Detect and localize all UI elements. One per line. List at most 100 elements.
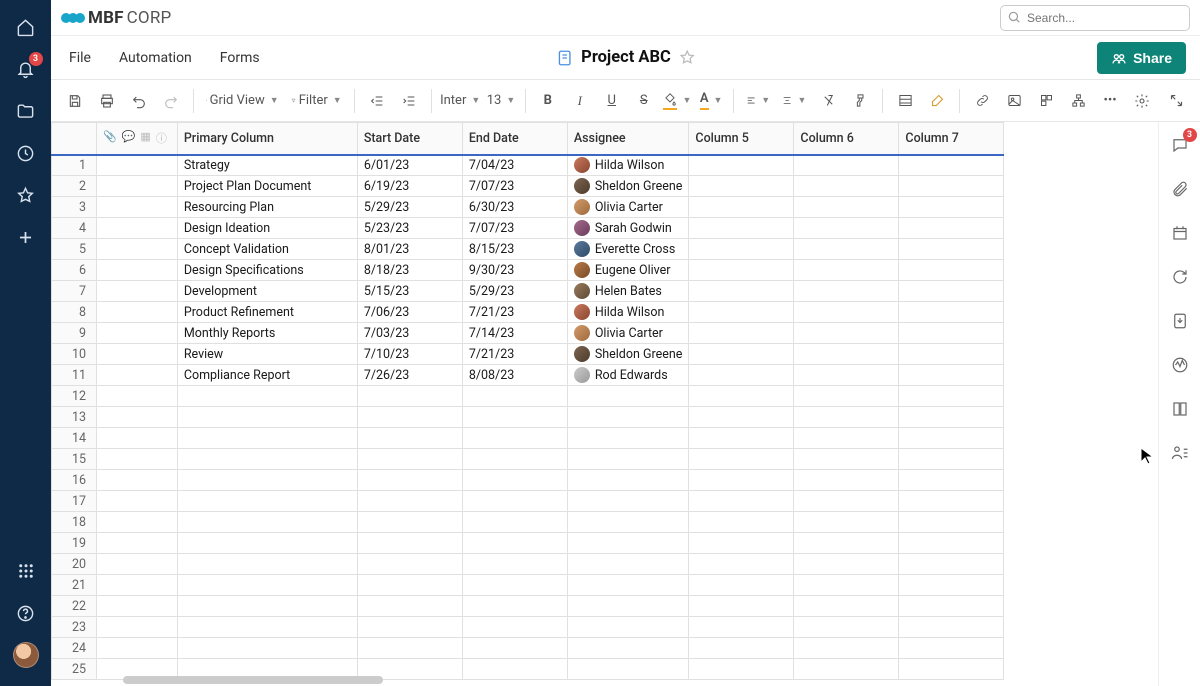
cell-end-date[interactable]: 8/08/23	[462, 365, 567, 386]
cell-col7[interactable]	[899, 155, 1004, 176]
cell-assignee[interactable]: Hilda Wilson	[567, 302, 689, 323]
cell-start-date[interactable]: 8/01/23	[357, 239, 462, 260]
row-attachments[interactable]	[97, 155, 178, 176]
settings-icon[interactable]	[1128, 87, 1156, 115]
cell-end-date[interactable]: 7/07/23	[462, 218, 567, 239]
cell-col6[interactable]	[794, 323, 899, 344]
row-number[interactable]: 4	[52, 218, 97, 239]
row-attachments[interactable]	[97, 281, 178, 302]
cell-start-date[interactable]: 5/15/23	[357, 281, 462, 302]
row-number[interactable]: 1	[52, 155, 97, 176]
col-end-header[interactable]: End Date	[462, 123, 567, 155]
cell-assignee[interactable]: Everette Cross	[567, 239, 689, 260]
cell-start-date[interactable]: 6/19/23	[357, 176, 462, 197]
apps-icon[interactable]	[7, 552, 45, 590]
comments-panel-icon[interactable]: 3	[1167, 132, 1193, 158]
add-icon[interactable]	[7, 218, 45, 256]
highlight-icon[interactable]	[923, 87, 951, 115]
image-icon[interactable]	[1000, 87, 1028, 115]
grid-view-dropdown[interactable]: Grid View▼	[202, 87, 283, 115]
table-row[interactable]: 23	[52, 617, 1004, 638]
cell-assignee[interactable]: Eugene Oliver	[567, 260, 689, 281]
row-number[interactable]: 25	[52, 659, 97, 680]
cell-end-date[interactable]: 9/30/23	[462, 260, 567, 281]
favorites-icon[interactable]	[7, 176, 45, 214]
row-attachments[interactable]	[97, 344, 178, 365]
row-number[interactable]: 5	[52, 239, 97, 260]
outdent-icon[interactable]	[363, 87, 391, 115]
cell-end-date[interactable]: 5/29/23	[462, 281, 567, 302]
cell-primary[interactable]: Review	[177, 344, 357, 365]
table-row[interactable]: 9Monthly Reports7/03/237/14/23Olivia Car…	[52, 323, 1004, 344]
refresh-panel-icon[interactable]	[1167, 264, 1193, 290]
format-painter-icon[interactable]	[846, 87, 874, 115]
cell-col7[interactable]	[899, 197, 1004, 218]
table-row[interactable]: 8Product Refinement7/06/237/21/23Hilda W…	[52, 302, 1004, 323]
link-icon[interactable]	[968, 87, 996, 115]
cell-col5[interactable]	[689, 239, 794, 260]
print-icon[interactable]	[93, 87, 121, 115]
folder-icon[interactable]	[7, 92, 45, 130]
row-number[interactable]: 16	[52, 470, 97, 491]
cell-start-date[interactable]: 8/18/23	[357, 260, 462, 281]
row-attachments[interactable]	[97, 218, 178, 239]
document-title[interactable]: Project ABC	[581, 48, 671, 67]
cell-col6[interactable]	[794, 155, 899, 176]
row-attachments[interactable]	[97, 260, 178, 281]
row-number[interactable]: 12	[52, 386, 97, 407]
activity-panel-icon[interactable]	[1167, 352, 1193, 378]
attachments-header[interactable]: 📎💬▦ⓘ	[97, 123, 178, 155]
undo-icon[interactable]	[125, 87, 153, 115]
cell-assignee[interactable]: Sheldon Greene	[567, 344, 689, 365]
row-number[interactable]: 21	[52, 575, 97, 596]
italic-icon[interactable]: I	[566, 87, 594, 115]
table-row[interactable]: 3Resourcing Plan5/29/236/30/23Olivia Car…	[52, 197, 1004, 218]
row-attachments[interactable]	[97, 197, 178, 218]
cell-assignee[interactable]: Sheldon Greene	[567, 176, 689, 197]
home-icon[interactable]	[7, 8, 45, 46]
row-number[interactable]: 13	[52, 407, 97, 428]
cell-col7[interactable]	[899, 281, 1004, 302]
help-icon[interactable]	[7, 594, 45, 632]
cell-primary[interactable]: Development	[177, 281, 357, 302]
row-attachments[interactable]	[97, 302, 178, 323]
cell-col7[interactable]	[899, 260, 1004, 281]
table-row[interactable]: 13	[52, 407, 1004, 428]
cell-col7[interactable]	[899, 302, 1004, 323]
align-h-icon[interactable]: ▼	[742, 87, 774, 115]
cell-assignee[interactable]: Hilda Wilson	[567, 155, 689, 176]
expand-icon[interactable]	[1162, 87, 1190, 115]
cell-col6[interactable]	[794, 218, 899, 239]
row-number[interactable]: 19	[52, 533, 97, 554]
cell-start-date[interactable]: 5/23/23	[357, 218, 462, 239]
cell-primary[interactable]: Monthly Reports	[177, 323, 357, 344]
row-number[interactable]: 9	[52, 323, 97, 344]
filter-dropdown[interactable]: Filter▼	[287, 87, 346, 115]
col-assignee-header[interactable]: Assignee	[567, 123, 689, 155]
row-number[interactable]: 3	[52, 197, 97, 218]
row-attachments[interactable]	[97, 239, 178, 260]
table-row[interactable]: 21	[52, 575, 1004, 596]
cell-primary[interactable]: Product Refinement	[177, 302, 357, 323]
row-number[interactable]: 2	[52, 176, 97, 197]
cell-col6[interactable]	[794, 344, 899, 365]
cell-col7[interactable]	[899, 344, 1004, 365]
resource-panel-icon[interactable]	[1167, 440, 1193, 466]
cell-end-date[interactable]: 7/14/23	[462, 323, 567, 344]
more-icon[interactable]: •••	[1096, 87, 1124, 115]
save-icon[interactable]	[61, 87, 89, 115]
cell-col7[interactable]	[899, 239, 1004, 260]
row-number[interactable]: 7	[52, 281, 97, 302]
cell-assignee[interactable]: Sarah Godwin	[567, 218, 689, 239]
cell-col6[interactable]	[794, 365, 899, 386]
row-number[interactable]: 6	[52, 260, 97, 281]
table-row[interactable]: 24	[52, 638, 1004, 659]
export-panel-icon[interactable]	[1167, 308, 1193, 334]
col-start-header[interactable]: Start Date	[357, 123, 462, 155]
table-row[interactable]: 6Design Specifications8/18/239/30/23Euge…	[52, 260, 1004, 281]
menu-file[interactable]: File	[65, 44, 95, 72]
search-input[interactable]	[1000, 5, 1190, 31]
user-avatar[interactable]	[7, 636, 45, 674]
text-color-icon[interactable]: A▼	[697, 87, 725, 115]
cell-end-date[interactable]: 7/21/23	[462, 344, 567, 365]
